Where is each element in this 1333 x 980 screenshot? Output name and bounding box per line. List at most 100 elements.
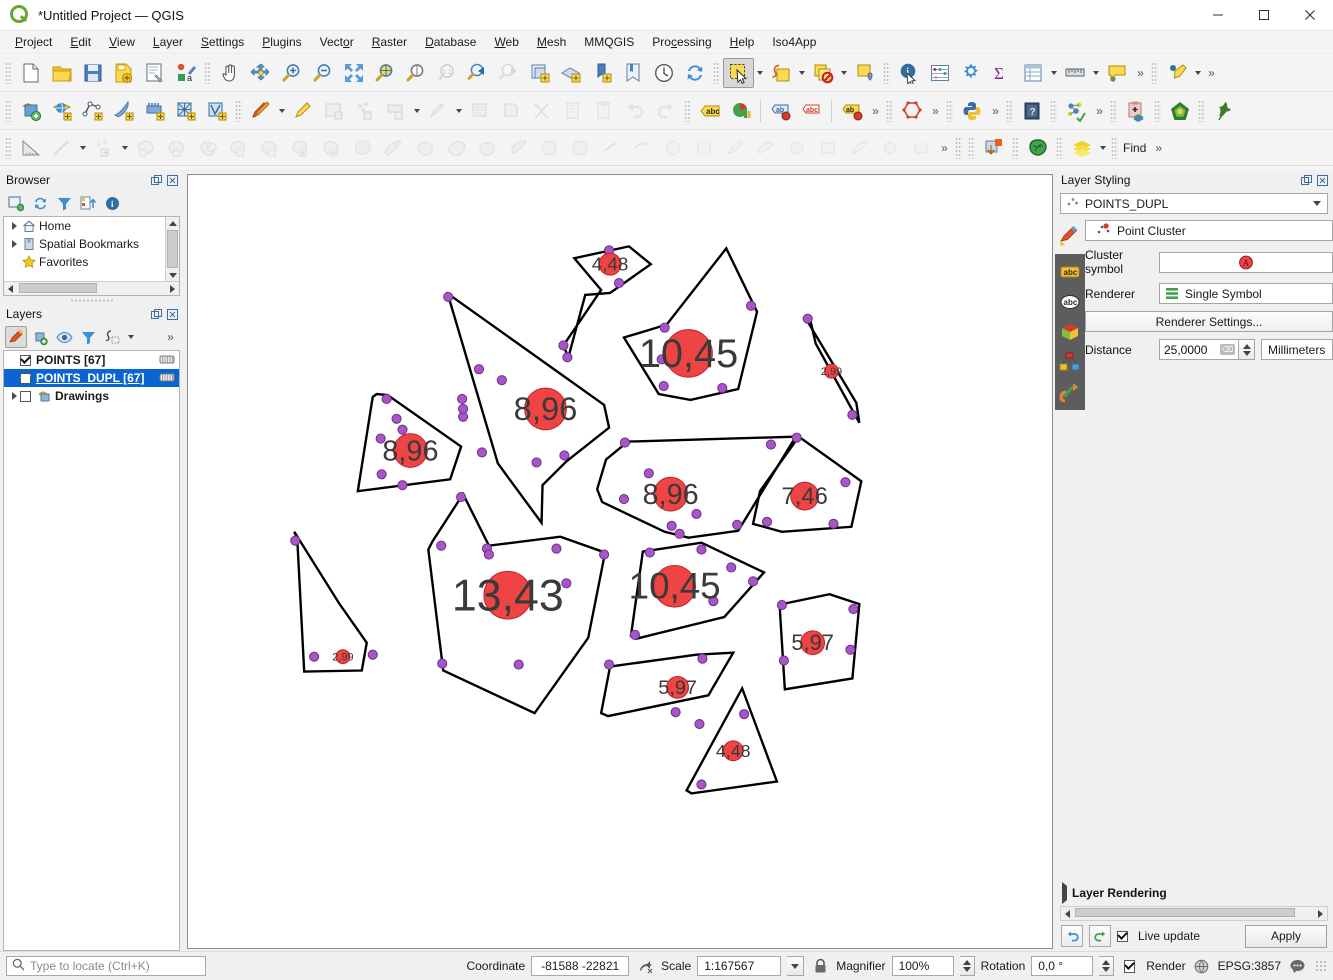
map-canvas[interactable]: 4,48 10,45 8,96 8,96 2,99 8,96 7,46 13,43 10,45 2… <box>187 174 1053 949</box>
toolbar-overflow-row2b[interactable]: » <box>927 96 943 126</box>
menu-processing[interactable]: Processing <box>643 32 720 52</box>
toolbar-grip[interactable] <box>5 99 12 122</box>
measure-angle-icon[interactable] <box>15 133 46 163</box>
layer-visibility-checkbox[interactable] <box>20 390 31 402</box>
vertex-tool-dropdown[interactable] <box>411 96 422 126</box>
diagrams-tab-icon[interactable] <box>1056 347 1084 377</box>
toolbar-overflow-row2d[interactable]: » <box>1091 96 1107 126</box>
globe-icon[interactable] <box>1192 956 1212 976</box>
digitize-extra-icon[interactable] <box>626 133 657 163</box>
find-overflow[interactable]: » <box>1150 133 1166 163</box>
add-ring-icon[interactable] <box>192 133 223 163</box>
distance-units-combo[interactable]: Millimeters <box>1261 339 1333 360</box>
zoom-to-layer-icon[interactable] <box>400 58 431 88</box>
labels-tab-icon[interactable]: abc <box>1056 257 1084 287</box>
rotation-stepper[interactable] <box>1099 956 1115 976</box>
resize-grip[interactable] <box>1315 960 1327 972</box>
attribute-table-dropdown[interactable] <box>1048 58 1059 88</box>
redo-icon[interactable] <box>1089 925 1111 947</box>
zoom-out-icon[interactable] <box>307 58 338 88</box>
live-update-checkbox[interactable] <box>1117 930 1128 942</box>
refresh-icon[interactable] <box>29 192 51 214</box>
select-value-icon[interactable] <box>849 58 880 88</box>
menu-help[interactable]: Help <box>721 32 764 52</box>
toolbar-grip[interactable] <box>1006 99 1013 122</box>
toolbar-grip[interactable] <box>886 99 893 122</box>
measure-line-icon[interactable] <box>1059 58 1090 88</box>
filter-legend-icon[interactable] <box>77 326 99 348</box>
toolbar-grip[interactable] <box>968 136 975 159</box>
layer-styling-dropdown[interactable] <box>1097 133 1108 163</box>
menu-vector[interactable]: Vector <box>311 32 363 52</box>
digitize-line-dropdown[interactable] <box>77 133 88 163</box>
menu-database[interactable]: Database <box>416 32 485 52</box>
open-project-icon[interactable] <box>46 58 77 88</box>
toolbar-grip[interactable] <box>5 61 12 84</box>
digitizing-dropdown[interactable] <box>1192 58 1203 88</box>
digitize-extra-2-icon[interactable] <box>657 133 688 163</box>
maximize-button[interactable] <box>1241 0 1287 30</box>
refresh-icon[interactable] <box>679 58 710 88</box>
split-parts-icon[interactable] <box>440 133 471 163</box>
browser-item-home[interactable]: Home <box>4 217 179 235</box>
message-log-icon[interactable] <box>1287 956 1307 976</box>
add-feature-point-icon[interactable] <box>318 96 349 126</box>
modify-attributes-icon[interactable] <box>422 96 453 126</box>
distance-stepper[interactable] <box>1239 339 1255 360</box>
python-console-icon[interactable] <box>956 96 987 126</box>
layer-rendering-section-header[interactable]: Layer Rendering <box>1060 882 1328 904</box>
add-wms-layer-icon[interactable] <box>46 96 77 126</box>
layer-selector-combo[interactable]: POINTS_DUPL <box>1060 193 1328 214</box>
minimize-button[interactable] <box>1195 0 1241 30</box>
digitize-line-icon[interactable] <box>46 133 77 163</box>
split-features-icon[interactable] <box>409 133 440 163</box>
vertex-tool-icon[interactable] <box>380 96 411 126</box>
render-checkbox[interactable] <box>1124 959 1136 973</box>
zoom-full-icon[interactable] <box>338 58 369 88</box>
menu-mesh[interactable]: Mesh <box>528 32 575 52</box>
history-tab-icon[interactable] <box>1056 377 1084 407</box>
zoom-native-icon[interactable]: 1:1 <box>431 58 462 88</box>
digitize-point-dropdown[interactable] <box>119 133 130 163</box>
digitize-extra-10-icon[interactable] <box>905 133 936 163</box>
add-group-icon[interactable] <box>29 326 51 348</box>
zoom-last-icon[interactable] <box>462 58 493 88</box>
digitize-point-icon[interactable] <box>88 133 119 163</box>
distance-input-wrapper[interactable]: ⌫ <box>1159 339 1239 360</box>
rotate-feature-icon[interactable] <box>130 133 161 163</box>
digitize-extra-6-icon[interactable] <box>781 133 812 163</box>
statistical-summary-icon[interactable] <box>924 58 955 88</box>
collapse-all-icon[interactable] <box>77 192 99 214</box>
menu-project[interactable]: Project <box>6 32 61 52</box>
options-icon[interactable] <box>955 58 986 88</box>
field-calculator-icon[interactable]: Σ <box>986 58 1017 88</box>
toolbar-grip[interactable] <box>684 99 691 122</box>
browser-vertical-scrollbar[interactable] <box>165 217 179 282</box>
rotate-point-symbols-icon[interactable] <box>533 133 564 163</box>
deselect-features-icon[interactable] <box>807 58 838 88</box>
new-3d-map-view-icon[interactable] <box>555 58 586 88</box>
georeferencer-icon[interactable] <box>978 133 1009 163</box>
toolbar-grip[interactable] <box>1154 99 1161 122</box>
symbology-tab-icon[interactable] <box>1056 222 1084 252</box>
cluster-symbol-preview-button[interactable]: A <box>1159 251 1333 273</box>
expand-arrow-icon[interactable] <box>8 354 20 366</box>
chevron-down-icon[interactable] <box>1309 201 1325 206</box>
distance-input[interactable] <box>1160 341 1220 358</box>
toolbar-grip[interactable] <box>204 61 211 84</box>
toolbar-grip[interactable] <box>1050 99 1057 122</box>
processing-toolbox-icon[interactable] <box>1060 96 1091 126</box>
select-by-expression-dropdown[interactable] <box>796 58 807 88</box>
digitize-extra-3-icon[interactable] <box>688 133 719 163</box>
menu-plugins[interactable]: Plugins <box>253 32 310 52</box>
menu-web[interactable]: Web <box>485 32 527 52</box>
toolbar-grip[interactable] <box>713 61 720 84</box>
toolbar-grip[interactable] <box>1111 136 1118 159</box>
digitize-extra-7-icon[interactable] <box>812 133 843 163</box>
redo-icon[interactable] <box>650 96 681 126</box>
expand-arrow-icon[interactable] <box>8 220 20 232</box>
layer-styling-horizontal-scrollbar[interactable] <box>1060 906 1328 921</box>
expand-arrow-icon[interactable] <box>8 256 20 268</box>
toolbar-grip[interactable] <box>1012 136 1019 159</box>
filter-browser-icon[interactable] <box>53 192 75 214</box>
